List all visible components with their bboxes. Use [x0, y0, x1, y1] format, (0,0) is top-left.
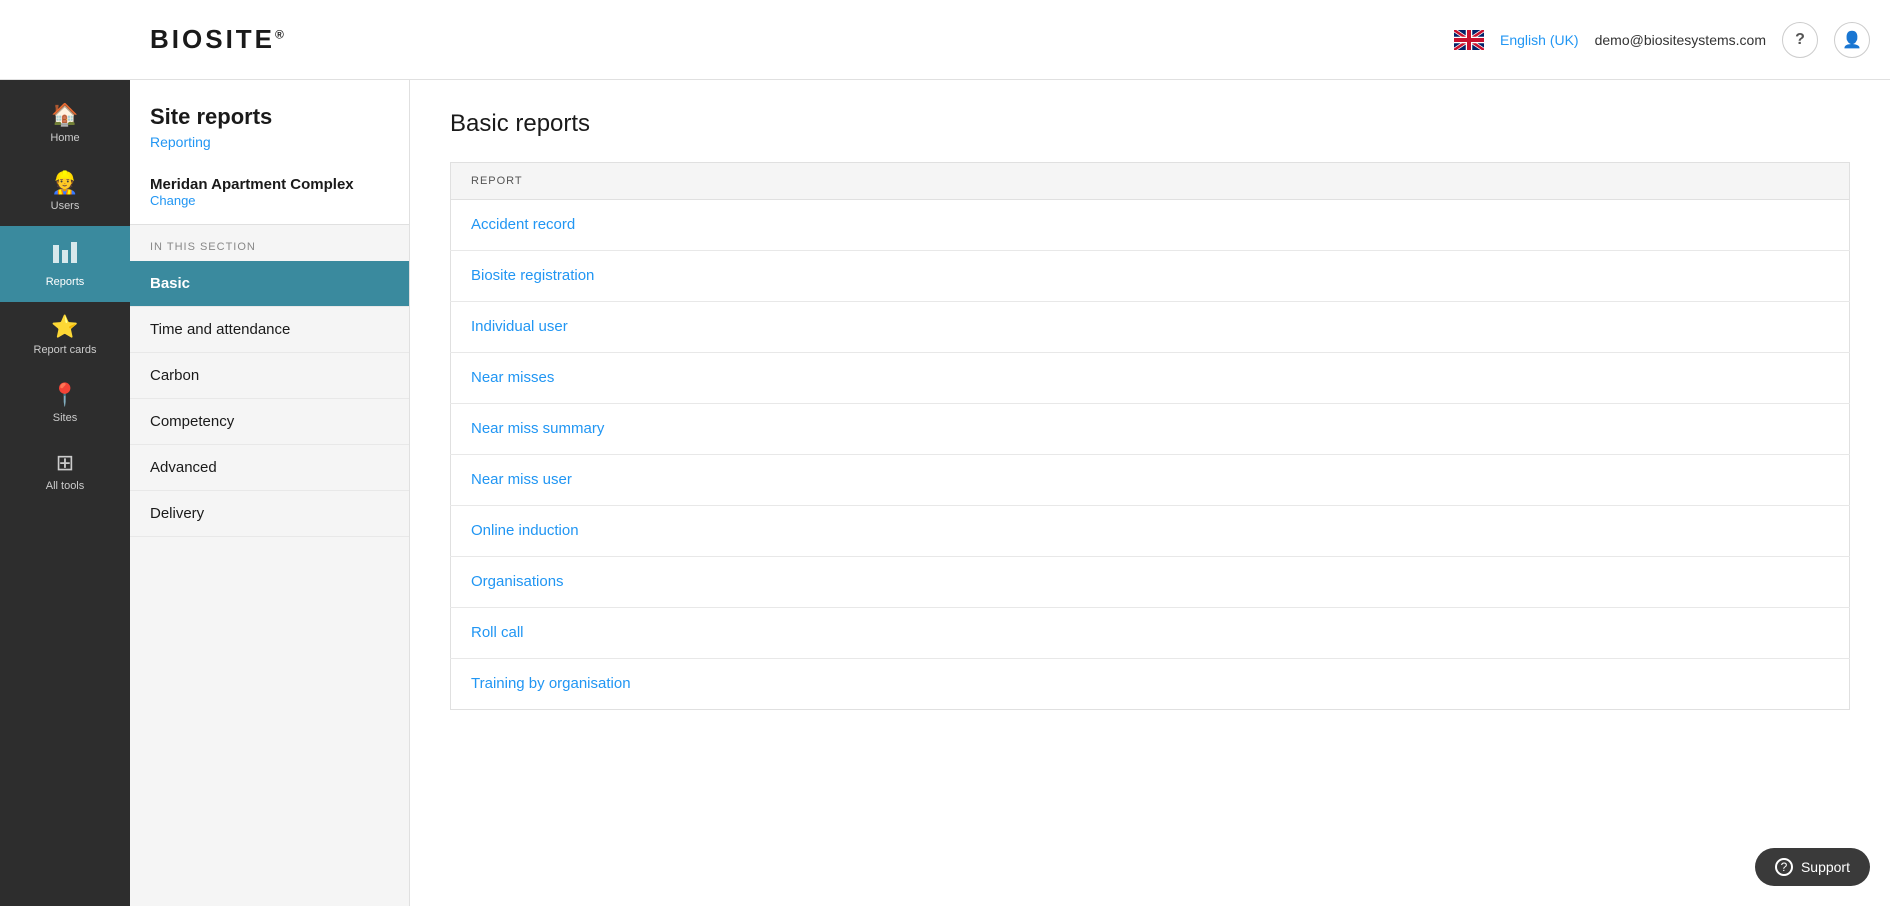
sidebar-item-home-label: Home — [50, 132, 79, 144]
nav-item-carbon[interactable]: Carbon — [130, 353, 409, 399]
report-cell: Accident record — [451, 200, 1850, 251]
all-tools-icon: ⊞ — [56, 452, 74, 474]
report-link-individual-user[interactable]: Individual user — [471, 318, 568, 335]
report-link-biosite-registration[interactable]: Biosite registration — [471, 267, 594, 284]
nav-item-basic[interactable]: Basic — [130, 261, 409, 307]
secondary-sidebar-title: Site reports — [150, 104, 389, 130]
nav-item-time-attendance[interactable]: Time and attendance — [130, 307, 409, 353]
table-row: Biosite registration — [451, 251, 1850, 302]
nav-item-advanced[interactable]: Advanced — [130, 445, 409, 491]
support-circle-icon: ? — [1775, 858, 1793, 876]
report-link-organisations[interactable]: Organisations — [471, 573, 564, 590]
table-row: Near miss user — [451, 455, 1850, 506]
table-column-header: REPORT — [451, 163, 1850, 200]
report-link-near-miss-summary[interactable]: Near miss summary — [471, 420, 604, 437]
report-cell: Roll call — [451, 608, 1850, 659]
main-content: Basic reports REPORT Accident record Bios… — [410, 80, 1890, 906]
sidebar-item-home[interactable]: 🏠 Home — [0, 90, 130, 158]
sidebar-item-reports-label: Reports — [46, 276, 85, 288]
page-title: Basic reports — [450, 110, 1850, 138]
sidebar-item-reports[interactable]: Reports — [0, 226, 130, 302]
user-button[interactable]: 👤 — [1834, 22, 1870, 58]
site-name: Meridan Apartment Complex — [150, 176, 389, 193]
table-row: Accident record — [451, 200, 1850, 251]
reports-table: REPORT Accident record Biosite registrati… — [450, 162, 1850, 710]
secondary-sidebar-header: Site reports Reporting — [130, 80, 409, 160]
user-icon: 👤 — [1842, 30, 1862, 50]
report-cell: Near miss user — [451, 455, 1850, 506]
report-cell: Online induction — [451, 506, 1850, 557]
nav-item-competency[interactable]: Competency — [130, 399, 409, 445]
nav-item-delivery[interactable]: Delivery — [130, 491, 409, 537]
header-right: English (UK) demo@biositesystems.com ? 👤 — [1454, 22, 1870, 58]
home-icon: 🏠 — [51, 104, 78, 126]
sidebar: 🏠 Home 👷 Users Reports ⭐ Report cards 📍 … — [0, 80, 130, 906]
table-row: Organisations — [451, 557, 1850, 608]
report-link-accident-record[interactable]: Accident record — [471, 216, 575, 233]
site-name-section: Meridan Apartment Complex Change — [130, 160, 409, 225]
sidebar-item-report-cards-label: Report cards — [34, 344, 97, 356]
users-icon: 👷 — [51, 172, 78, 194]
main-layout: 🏠 Home 👷 Users Reports ⭐ Report cards 📍 … — [0, 80, 1890, 906]
report-link-roll-call[interactable]: Roll call — [471, 624, 524, 641]
report-cell: Training by organisation — [451, 659, 1850, 710]
help-button[interactable]: ? — [1782, 22, 1818, 58]
report-cell: Organisations — [451, 557, 1850, 608]
reports-icon — [52, 240, 78, 270]
sidebar-item-users[interactable]: 👷 Users — [0, 158, 130, 226]
report-link-near-miss-user[interactable]: Near miss user — [471, 471, 572, 488]
table-row: Roll call — [451, 608, 1850, 659]
uk-flag-icon — [1454, 30, 1484, 50]
table-row: Individual user — [451, 302, 1850, 353]
sites-icon: 📍 — [51, 384, 78, 406]
sidebar-item-users-label: Users — [51, 200, 80, 212]
sidebar-item-sites-label: Sites — [53, 412, 77, 424]
report-cards-icon: ⭐ — [51, 316, 78, 338]
header: BIOSITE® English (UK) demo@biositesystem… — [0, 0, 1890, 80]
email-label: demo@biositesystems.com — [1595, 32, 1766, 48]
report-cell: Individual user — [451, 302, 1850, 353]
report-cell: Biosite registration — [451, 251, 1850, 302]
sidebar-item-all-tools-label: All tools — [46, 480, 85, 492]
support-button[interactable]: ? Support — [1755, 848, 1870, 886]
logo: BIOSITE® — [150, 24, 287, 55]
report-link-online-induction[interactable]: Online induction — [471, 522, 579, 539]
table-row: Near miss summary — [451, 404, 1850, 455]
table-row: Online induction — [451, 506, 1850, 557]
sidebar-item-report-cards[interactable]: ⭐ Report cards — [0, 302, 130, 370]
change-site-link[interactable]: Change — [150, 193, 389, 208]
sidebar-item-all-tools[interactable]: ⊞ All tools — [0, 438, 130, 506]
in-this-section-label: IN THIS SECTION — [130, 225, 409, 261]
report-link-training-by-organisation[interactable]: Training by organisation — [471, 675, 631, 692]
report-cell: Near miss summary — [451, 404, 1850, 455]
secondary-sidebar: Site reports Reporting Meridan Apartment… — [130, 80, 410, 906]
table-row: Training by organisation — [451, 659, 1850, 710]
report-link-near-misses[interactable]: Near misses — [471, 369, 554, 386]
reporting-link[interactable]: Reporting — [150, 134, 389, 150]
table-row: Near misses — [451, 353, 1850, 404]
sidebar-item-sites[interactable]: 📍 Sites — [0, 370, 130, 438]
report-cell: Near misses — [451, 353, 1850, 404]
language-label[interactable]: English (UK) — [1500, 32, 1579, 48]
support-label: Support — [1801, 859, 1850, 875]
